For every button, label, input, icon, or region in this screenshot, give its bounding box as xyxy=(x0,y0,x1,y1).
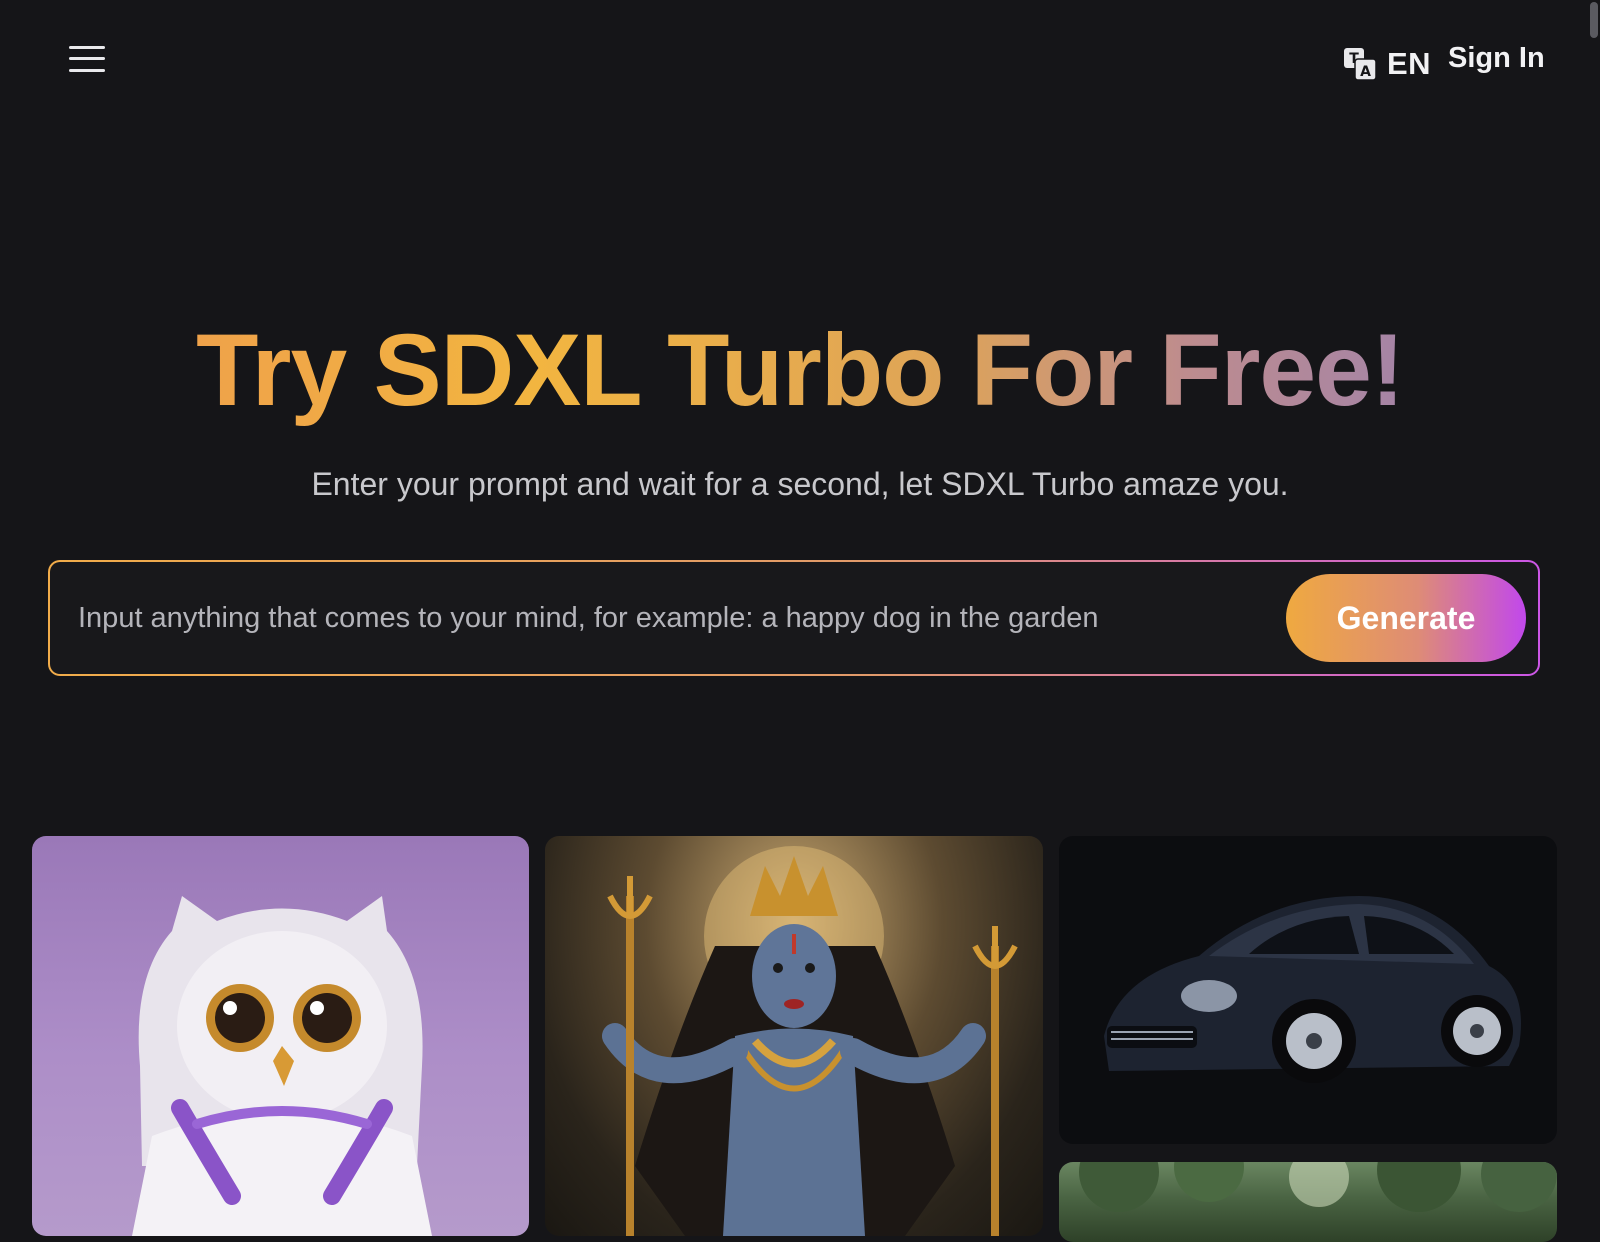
gallery-image-forest[interactable] xyxy=(1059,1162,1557,1242)
prompt-box: Generate xyxy=(48,560,1540,676)
hero-subtitle: Enter your prompt and wait for a second,… xyxy=(311,466,1289,502)
sign-in-link[interactable]: Sign In xyxy=(1448,42,1545,75)
hamburger-menu-icon[interactable] xyxy=(66,42,108,76)
translate-icon: T A xyxy=(1344,48,1377,81)
gallery-image-owl[interactable] xyxy=(32,836,529,1236)
hero-title-text: Try SDXL Turbo For Free! xyxy=(196,313,1405,427)
owl-illustration xyxy=(132,896,432,1236)
site-header: T A EN Sign In xyxy=(0,0,1600,124)
car-illustration xyxy=(1104,896,1521,1083)
prompt-box-inner: Generate xyxy=(50,562,1538,674)
forest-illustration xyxy=(1079,1162,1557,1212)
language-switcher[interactable]: T A EN xyxy=(1343,44,1431,84)
prompt-input[interactable] xyxy=(78,590,1288,646)
gallery-image-goddess[interactable] xyxy=(545,836,1043,1236)
gallery-image-car[interactable] xyxy=(1059,836,1557,1144)
goddess-illustration xyxy=(602,846,1018,1236)
language-label: EN xyxy=(1387,46,1432,81)
hero-title: Try SDXL Turbo For Free! xyxy=(0,310,1600,430)
generate-button[interactable]: Generate xyxy=(1286,574,1526,662)
svg-text:A: A xyxy=(1360,64,1371,80)
